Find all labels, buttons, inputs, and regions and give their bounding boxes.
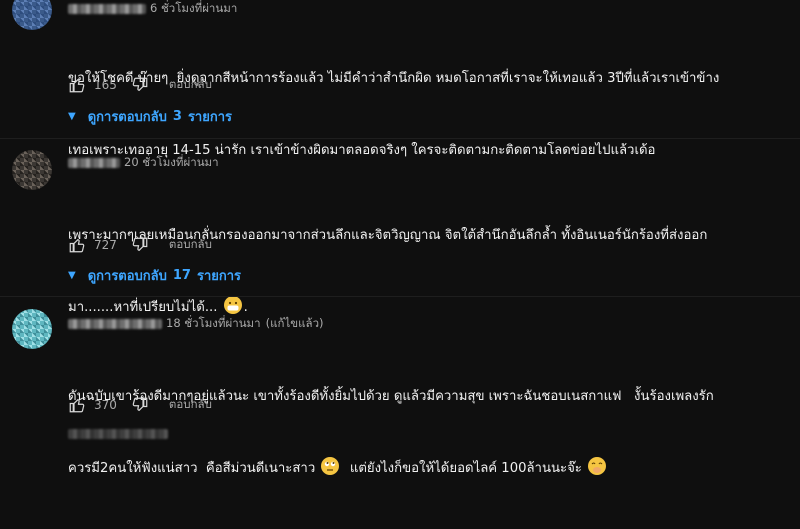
chevron-down-icon: ▼ [68, 110, 76, 122]
comment-meta: 18 ชั่วโมงที่ผ่านมา (แก้ไขแล้ว) [68, 315, 324, 333]
comment-text-segment: . [243, 300, 248, 315]
comment-text-segment: แต่ยังไงก็ขอให้ได้ยอดไลค์ 100ล้านนะจ๊ะ [341, 461, 582, 476]
view-replies-label: ดูการตอบกลับ [87, 268, 167, 284]
partial-next-comment [68, 425, 172, 443]
comment-actions: 370 ตอบกลับ [68, 393, 212, 417]
comment-actions: 727 ตอบกลับ [68, 233, 212, 257]
view-replies-unit: รายการ [187, 109, 232, 125]
avatar[interactable] [12, 0, 52, 30]
comment-text-line-2: ควรมี2คนให้ฟังแน่สาว คือสีม่วนดีเนาะสาว … [68, 457, 788, 481]
divider [0, 138, 800, 139]
comment-text-segment: มา.......หาที่เปรียบไม่ได้... [68, 300, 218, 315]
thumbs-up-icon[interactable] [68, 396, 86, 414]
reply-button[interactable]: ตอบกลับ [169, 236, 212, 254]
comment-actions: 165 ตอบกลับ [68, 73, 212, 97]
view-replies-button[interactable]: ▼ ดูการตอบกลับ 17 รายการ [68, 263, 241, 287]
like-count: 165 [94, 78, 117, 92]
face-with-rolling-eyes-emoji [321, 457, 340, 475]
edited-label: (แก้ไขแล้ว) [265, 316, 324, 330]
avatar[interactable] [12, 309, 52, 349]
comment-text-segment: ควรมี2คนให้ฟังแน่สาว คือสีม่วนดีเนาะสาว [68, 461, 316, 476]
chevron-down-icon: ▼ [68, 269, 76, 281]
view-replies-count: 3 [172, 108, 182, 124]
view-replies-label: ดูการตอบกลับ [87, 109, 167, 125]
reply-button[interactable]: ตอบกลับ [169, 76, 212, 94]
thumbs-down-icon[interactable] [131, 76, 149, 94]
view-replies-button[interactable]: ▼ ดูการตอบกลับ 3 รายการ [68, 104, 232, 128]
author-name-blurred[interactable] [68, 4, 146, 14]
thumbs-up-icon[interactable] [68, 236, 86, 254]
author-name-blurred[interactable] [68, 158, 120, 168]
reply-button[interactable]: ตอบกลับ [169, 396, 212, 414]
view-replies-count: 17 [172, 267, 191, 283]
view-replies-unit: รายการ [196, 268, 242, 284]
thumbs-down-icon[interactable] [131, 236, 149, 254]
avatar[interactable] [12, 150, 52, 190]
face-with-hand-over-mouth-emoji [588, 457, 607, 475]
thumbs-down-icon[interactable] [131, 396, 149, 414]
like-count: 370 [94, 398, 117, 412]
divider [0, 296, 800, 297]
comment-time[interactable]: 6 ชั่วโมงที่ผ่านมา [150, 0, 237, 18]
comment-time[interactable]: 20 ชั่วโมงที่ผ่านมา [124, 154, 219, 172]
like-count: 727 [94, 238, 117, 252]
comment-meta: 6 ชั่วโมงที่ผ่านมา [68, 0, 237, 18]
author-name-blurred[interactable] [68, 319, 162, 329]
face-with-mask-emoji [223, 296, 242, 314]
comment-text: ดันฉบับเขาร้องดีมากๆอยู่แล้วนะ เขาทั้งร้… [68, 337, 788, 529]
comment-meta: 20 ชั่วโมงที่ผ่านมา [68, 154, 219, 172]
thumbs-up-icon[interactable] [68, 76, 86, 94]
comment-time[interactable]: 18 ชั่วโมงที่ผ่านมา [166, 315, 261, 333]
